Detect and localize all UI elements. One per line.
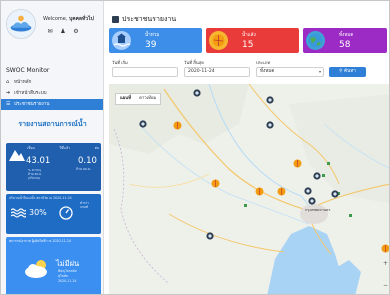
stat-card-total[interactable]: ทั้งหมด 58 <box>303 28 387 53</box>
river-flow-header: ปริมาณน้ำในแม่น้ำ สถานีวัด ณ 2020-11-24 <box>9 196 72 200</box>
zoom-in-icon[interactable]: + <box>383 260 388 267</box>
sidebar-item-label: หน้าหลัก <box>14 80 32 85</box>
user-icon[interactable]: ♟ <box>60 28 66 35</box>
page-title-text: ประชาชนรายงาน <box>122 15 177 23</box>
reservoir-value-1: 43.01 <box>26 156 51 166</box>
home-icon: ⌂ <box>6 79 10 85</box>
start-date-input[interactable] <box>112 67 178 77</box>
flood-marker[interactable] <box>331 190 339 200</box>
tab-satellite[interactable]: ดาวเทียม <box>135 94 160 104</box>
weather-date: 2020-11-24 <box>58 279 77 283</box>
map-type-tabs: แผนที่ ดาวเทียม <box>115 93 162 105</box>
flood-marker[interactable] <box>313 172 321 182</box>
drought-marker[interactable] <box>293 159 302 168</box>
stat-drought-label: น้ำแล้ง <box>242 33 256 38</box>
sidebar-item-citizen-report[interactable]: ☰ ประชาชนรายงาน <box>1 99 103 110</box>
type-label: ประเภท <box>256 60 271 65</box>
report-map[interactable]: แผนที่ ดาวเทียม กรุงเทพมหานคร + − <box>109 84 390 294</box>
drought-marker[interactable] <box>173 121 182 130</box>
sidebar-item-login[interactable]: ➔ เข้าหน้าสืบระบบ <box>1 88 103 99</box>
flood-marker[interactable] <box>139 120 147 130</box>
page-title: ประชาชนรายงาน <box>112 14 176 25</box>
stat-flood-value: 39 <box>145 40 157 50</box>
river-flow-status-2: เกณฑ์ <box>80 205 89 209</box>
stat-drought-value: 15 <box>242 40 254 50</box>
drought-marker[interactable] <box>255 187 264 196</box>
drought-marker[interactable] <box>381 244 390 253</box>
waves-icon <box>11 208 26 218</box>
reservoir-label-2: ปีที่แล้ว <box>59 146 71 150</box>
water-report-title: รายงานสถานการณ์น้ำ <box>18 120 87 128</box>
flood-marker[interactable] <box>206 232 214 242</box>
profile-actions: ✉ ♟ ⚙ <box>47 28 79 35</box>
stat-total-label: ทั้งหมด <box>339 33 354 38</box>
drought-icon <box>209 31 228 50</box>
tab-map[interactable]: แผนที่ <box>116 94 135 104</box>
report-icon: ☰ <box>6 101 11 107</box>
map-base <box>109 84 389 294</box>
gauge-icon <box>59 206 73 220</box>
profile-panel: Welcome, บุคคลทั่วไป ✉ ♟ ⚙ <box>1 1 103 53</box>
start-date-label: วันที่ เริ่ม <box>112 60 128 65</box>
stat-card-drought[interactable]: น้ำแล้ง 15 <box>206 28 299 53</box>
flood-marker[interactable] <box>304 187 312 197</box>
river-flow-status: ต่ำกว่า เกณฑ์ <box>80 201 89 209</box>
reservoir-unit: ล้าน ลบ.ม. <box>76 167 92 171</box>
stat-total-value: 58 <box>339 40 351 50</box>
search-button[interactable]: ⚲ ค้นหา <box>329 67 366 77</box>
type-select[interactable]: ทั้งหมด ▾ <box>256 67 324 77</box>
sidebar-item-label: เข้าหน้าสืบระบบ <box>14 91 47 96</box>
reservoir-value-2: 0.10 <box>78 156 97 166</box>
welcome-text: Welcome, บุคคลทั่วไป <box>43 15 94 23</box>
end-date-label: วันที่ สิ้นสุด <box>184 60 204 65</box>
type-select-value: ทั้งหมด <box>260 69 275 74</box>
reservoir-notes: % ความจุ ล้าน ลบ.ม. (ปริมาณ) <box>28 168 42 180</box>
drought-marker[interactable] <box>277 187 286 196</box>
reservoir-label-1: เขื่อน <box>27 146 35 150</box>
zoom-out-icon[interactable]: − <box>383 282 388 289</box>
flood-marker[interactable] <box>193 89 201 99</box>
reservoir-labels: เขื่อน ปีที่แล้ว ต่อ <box>27 146 99 151</box>
app-window: Welcome, บุคคลทั่วไป ✉ ♟ ⚙ SWOC Monitor … <box>0 0 390 295</box>
gear-icon[interactable]: ⚙ <box>73 28 79 35</box>
sidebar-item-home[interactable]: ⌂ หน้าหลัก <box>1 77 103 88</box>
welcome-user: บุคคลทั่วไป <box>69 16 94 22</box>
stat-flood-label: น้ำท่วม <box>145 33 160 38</box>
partly-cloudy-icon <box>25 260 47 278</box>
stat-card-flood[interactable]: น้ำท่วม 39 <box>109 28 202 53</box>
sidebar-item-label: ประชาชนรายงาน <box>14 102 50 107</box>
envelope-icon[interactable]: ✉ <box>47 28 53 35</box>
drought-marker[interactable] <box>211 179 220 188</box>
river-flow-card: ปริมาณน้ำในแม่น้ำ สถานีวัด ณ 2020-11-24 … <box>6 194 101 234</box>
weather-card: พยากรณ์อากาศ ผู้ผลิตไฟฟ้า ณ 2020-11-24 ไ… <box>6 237 101 294</box>
city-label-bangkok: กรุงเทพมหานคร <box>305 208 331 212</box>
sidebar-nav: ⌂ หน้าหลัก ➔ เข้าหน้าสืบระบบ ☰ ประชาชนรา… <box>1 77 103 110</box>
reservoir-card: เขื่อน ปีที่แล้ว ต่อ 43.01 0.10 % ความจุ… <box>6 143 101 191</box>
app-title: SWOC Monitor <box>6 67 50 74</box>
flood-marker[interactable] <box>266 96 274 106</box>
reservoir-note-3: (ปริมาณ) <box>28 176 41 180</box>
sidebar: Welcome, บุคคลทั่วไป ✉ ♟ ⚙ SWOC Monitor … <box>1 1 104 294</box>
login-icon: ➔ <box>6 90 11 96</box>
main-content: ประชาชนรายงาน น้ำท่วม 39 น้ำแล้ง 15 ทั้ง… <box>105 1 390 294</box>
flood-marker[interactable] <box>308 197 316 207</box>
search-icon: ⚲ <box>339 69 343 74</box>
welcome-prefix: Welcome, <box>43 16 68 22</box>
weather-header: พยากรณ์อากาศ ผู้ผลิตไฟฟ้า ณ 2020-11-24 <box>9 239 71 243</box>
globe-icon <box>306 31 325 50</box>
report-list-icon <box>112 16 119 23</box>
flood-marker[interactable] <box>266 121 274 131</box>
mountain-icon <box>9 150 25 161</box>
chevron-down-icon: ▾ <box>318 69 321 74</box>
user-avatar <box>6 9 36 39</box>
end-date-input[interactable]: 2020-11-24 <box>184 67 250 77</box>
reservoir-label-3: ต่อ <box>94 146 99 150</box>
flood-icon <box>112 31 131 50</box>
river-flow-value: 30% <box>29 208 47 217</box>
search-button-label: ค้นหา <box>344 69 356 74</box>
